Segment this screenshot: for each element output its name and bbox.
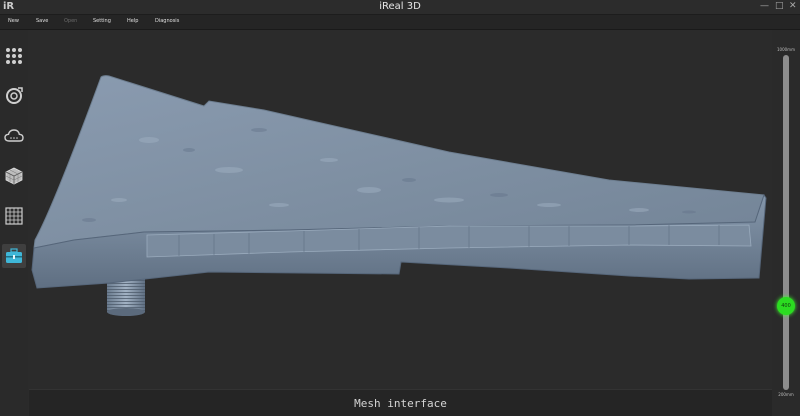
menu-diagnosis[interactable]: Diagnosis	[155, 18, 179, 24]
mesh-top-face	[33, 75, 765, 249]
window-title: iReal 3D	[379, 1, 421, 12]
grid-tool-button[interactable]	[2, 204, 26, 228]
3d-viewport[interactable]	[29, 30, 772, 389]
menu-open[interactable]: Open	[64, 18, 77, 24]
cube-icon	[5, 167, 23, 185]
menu-setting[interactable]: Setting	[93, 18, 111, 24]
mesh-model[interactable]	[29, 30, 772, 389]
title-bar: iR iReal 3D — □ ✕	[0, 0, 800, 15]
left-toolbar	[0, 30, 28, 415]
cloud-tool-button[interactable]	[2, 124, 26, 148]
dots-grid-icon	[6, 48, 22, 64]
status-bar: Mesh interface	[29, 389, 772, 416]
depth-slider-thumb[interactable]: 400	[777, 297, 795, 316]
menu-save[interactable]: Save	[36, 18, 48, 24]
toolbox-icon	[6, 248, 22, 263]
dots-grid-tool-button[interactable]	[2, 44, 26, 68]
grid-icon	[5, 207, 23, 225]
slider-max-label: 1000mm	[777, 47, 795, 52]
slider-value-label: 400	[781, 303, 791, 310]
target-icon	[6, 87, 23, 104]
depth-slider-panel: 1000mm 400 200mm	[772, 30, 800, 415]
minimize-button[interactable]: —	[760, 1, 769, 11]
depth-slider-track[interactable]	[783, 55, 789, 390]
menu-bar: New Save Open Setting Help Diagnosis	[0, 15, 800, 30]
target-tool-button[interactable]	[2, 84, 26, 108]
status-text: Mesh interface	[354, 397, 447, 410]
close-button[interactable]: ✕	[789, 1, 797, 11]
cloud-icon	[4, 129, 24, 142]
menu-new[interactable]: New	[8, 18, 19, 24]
menu-help[interactable]: Help	[127, 18, 138, 24]
toolbox-tool-button[interactable]	[2, 244, 26, 268]
cube-tool-button[interactable]	[2, 164, 26, 188]
slider-min-label: 200mm	[778, 392, 794, 397]
maximize-button[interactable]: □	[775, 1, 784, 11]
